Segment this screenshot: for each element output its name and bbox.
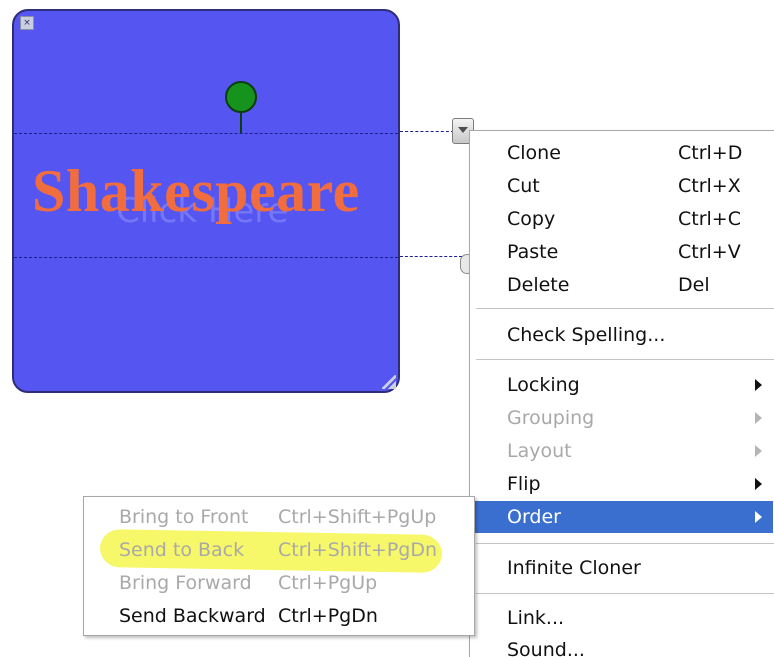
menu-item-label: Infinite Cloner [507, 557, 641, 579]
menu-item-clone[interactable]: Clone Ctrl+D [473, 137, 773, 169]
submenu-arrow-icon [755, 511, 762, 523]
submenu-item-label: Send to Back [119, 539, 245, 561]
submenu-item-shortcut: Ctrl+PgDn [278, 605, 378, 627]
menu-item-check-spelling[interactable]: Check Spelling... [473, 319, 773, 351]
menu-separator [476, 593, 774, 594]
smart-notebook-canvas: × Click Here Shakespeare Clone Ctrl+D Cu… [0, 0, 774, 657]
menu-item-delete[interactable]: Delete Del [473, 269, 773, 301]
menu-item-label: Clone [507, 142, 561, 164]
submenu-item-send-backward[interactable]: Send Backward Ctrl+PgDn [88, 600, 470, 632]
menu-item-label: Sound... [507, 639, 585, 657]
menu-item-link[interactable]: Link... [473, 602, 773, 634]
menu-item-cut[interactable]: Cut Ctrl+X [473, 170, 773, 202]
menu-item-label: Grouping [507, 407, 595, 429]
menu-item-label: Paste [507, 241, 559, 263]
menu-item-label: Flip [507, 473, 541, 495]
submenu-arrow-icon [755, 412, 762, 424]
submenu-item-shortcut: Ctrl+Shift+PgDn [278, 539, 438, 561]
menu-item-copy[interactable]: Copy Ctrl+C [473, 203, 773, 235]
menu-item-layout: Layout [473, 435, 773, 467]
menu-item-shortcut: Ctrl+D [678, 142, 743, 164]
menu-separator [476, 543, 774, 544]
rotate-handle-stem [240, 111, 242, 133]
selection-top-extension [400, 131, 454, 132]
menu-item-paste[interactable]: Paste Ctrl+V [473, 236, 773, 268]
order-submenu-overlay: Send to Back Ctrl+Shift+PgDn Bring Forwa… [83, 496, 475, 636]
menu-item-label: Layout [507, 440, 572, 462]
menu-item-shortcut: Ctrl+X [678, 175, 741, 197]
menu-item-locking[interactable]: Locking [473, 369, 773, 401]
menu-item-shortcut: Ctrl+V [678, 241, 741, 263]
menu-separator [476, 308, 774, 309]
selection-bottom-extension [400, 256, 462, 257]
menu-item-flip[interactable]: Flip [473, 468, 773, 500]
submenu-item-label: Send Backward [119, 605, 266, 627]
menu-item-label: Link... [507, 607, 565, 629]
menu-item-label: Delete [507, 274, 570, 296]
selection-bottom-line [14, 257, 398, 258]
submenu-item-send-to-back: Send to Back Ctrl+Shift+PgDn [88, 534, 470, 566]
menu-separator [476, 359, 774, 360]
menu-item-label: Check Spelling... [507, 324, 666, 346]
menu-item-sound[interactable]: Sound... [473, 634, 773, 657]
text-object-card[interactable]: × Click Here Shakespeare [12, 9, 400, 393]
submenu-arrow-icon [755, 478, 762, 490]
menu-item-label: Locking [507, 374, 580, 396]
menu-item-label: Copy [507, 208, 556, 230]
resize-grip-icon[interactable] [382, 375, 396, 389]
object-context-menu: Clone Ctrl+D Cut Ctrl+X Copy Ctrl+C Past… [469, 130, 774, 657]
submenu-arrow-icon [755, 445, 762, 457]
submenu-item-label: Bring Forward [119, 572, 252, 594]
shakespeare-title[interactable]: Shakespeare [32, 157, 360, 226]
menu-item-order[interactable]: Order [473, 501, 773, 533]
rotate-handle[interactable] [225, 81, 257, 113]
menu-item-label: Cut [507, 175, 540, 197]
selection-top-line [14, 133, 398, 134]
close-icon[interactable]: × [20, 16, 34, 30]
submenu-item-bring-forward: Bring Forward Ctrl+PgUp [88, 567, 470, 599]
menu-item-shortcut: Ctrl+C [678, 208, 741, 230]
menu-item-label: Order [507, 506, 561, 528]
menu-item-shortcut: Del [678, 274, 710, 296]
submenu-item-shortcut: Ctrl+PgUp [278, 572, 378, 594]
menu-item-grouping: Grouping [473, 402, 773, 434]
menu-item-infinite-cloner[interactable]: Infinite Cloner [473, 552, 773, 584]
submenu-arrow-icon [755, 379, 762, 391]
